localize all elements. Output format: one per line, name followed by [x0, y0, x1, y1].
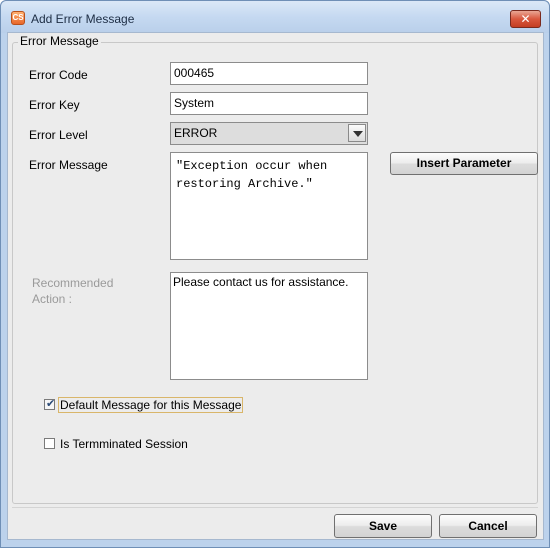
window-title: Add Error Message: [31, 12, 135, 26]
cancel-button[interactable]: Cancel: [439, 514, 537, 538]
close-icon: ✕: [520, 12, 531, 26]
save-button[interactable]: Save: [334, 514, 432, 538]
title-bar[interactable]: CS Add Error Message ✕: [1, 1, 549, 33]
dialog-body: Error Message Error Code 000465 Error Ke…: [7, 32, 544, 540]
terminated-session-checkbox[interactable]: [44, 438, 55, 449]
default-message-checkbox[interactable]: ✔: [44, 398, 56, 410]
add-error-message-dialog: CS Add Error Message ✕ Error Message Err…: [0, 0, 550, 548]
close-button[interactable]: ✕: [510, 10, 541, 28]
error-level-label: Error Level: [29, 128, 88, 142]
app-logo-icon: CS: [11, 11, 25, 25]
recommended-action-label: Recommended Action :: [32, 276, 114, 306]
checkmark-icon: ✔: [46, 398, 56, 410]
chevron-down-icon[interactable]: [348, 124, 366, 142]
groupbox-legend: Error Message: [18, 34, 101, 48]
error-level-select[interactable]: ERROR: [170, 122, 368, 145]
error-key-label: Error Key: [29, 98, 80, 112]
error-message-textarea[interactable]: "Exception occur when restoring Archive.…: [170, 152, 368, 260]
error-message-label: Error Message: [29, 158, 108, 172]
default-message-label[interactable]: Default Message for this Message: [58, 397, 244, 413]
insert-parameter-button[interactable]: Insert Parameter: [390, 152, 538, 175]
error-code-label: Error Code: [29, 68, 88, 82]
error-level-selected-value: ERROR: [174, 126, 218, 140]
recommended-action-textarea[interactable]: Please contact us for assistance.: [170, 272, 368, 380]
terminated-session-label[interactable]: Is Termminated Session: [60, 437, 188, 451]
error-key-input[interactable]: System: [170, 92, 368, 115]
error-code-input[interactable]: 000465: [170, 62, 368, 85]
footer-divider: [12, 507, 538, 508]
